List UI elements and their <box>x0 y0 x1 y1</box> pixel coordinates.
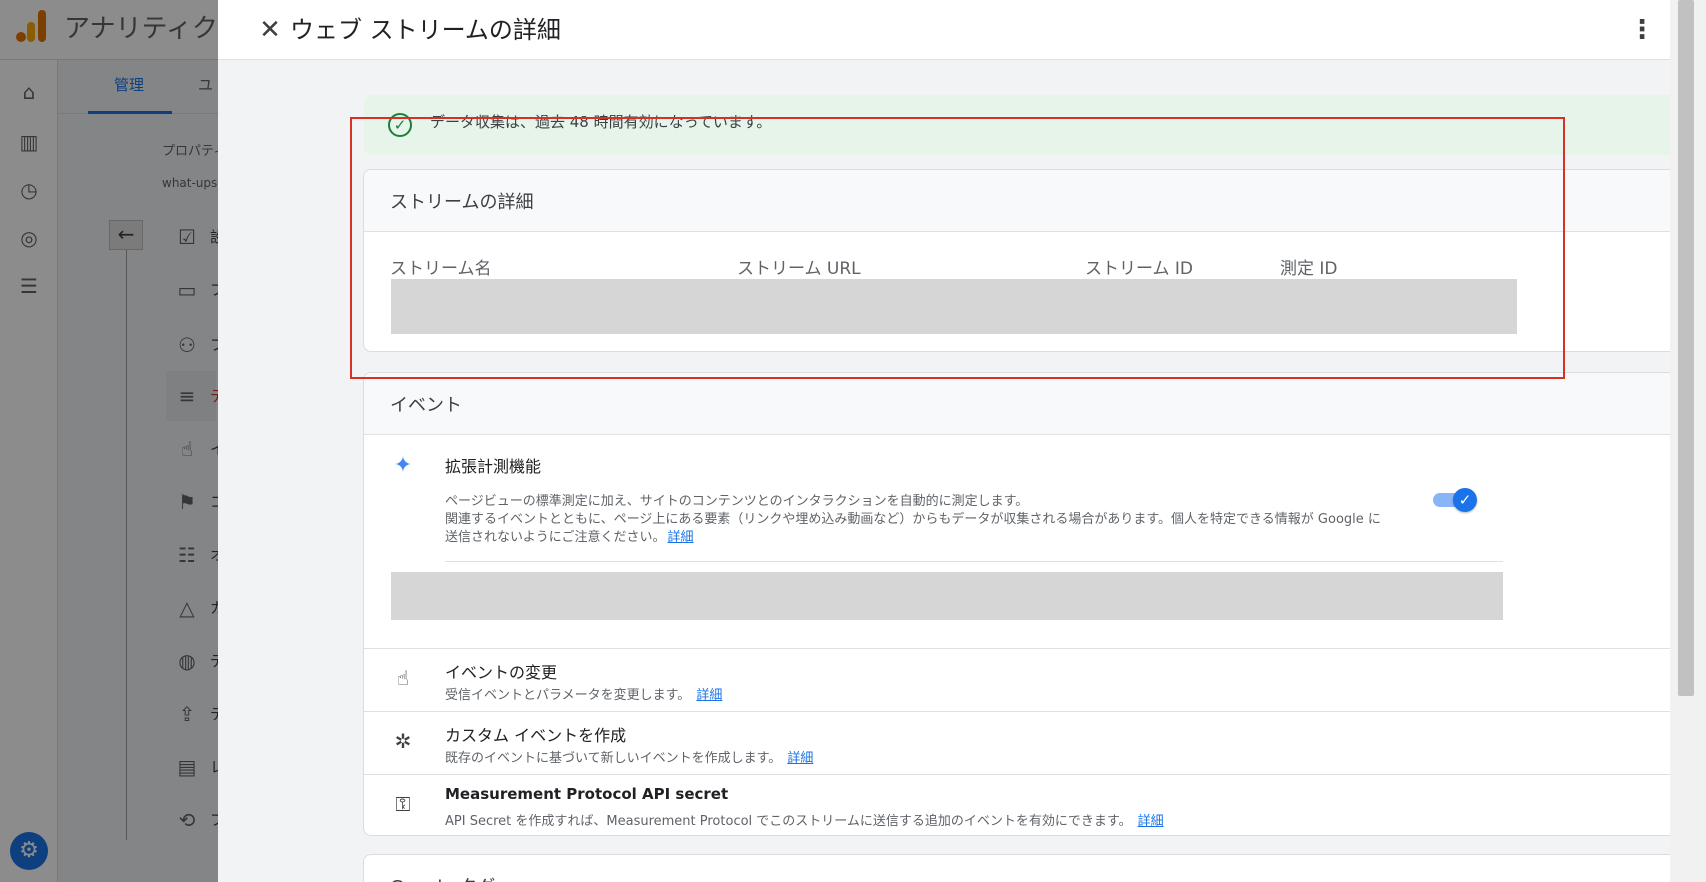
learn-more-link[interactable]: 詳細 <box>667 530 693 545</box>
touch-icon: ☝ <box>396 666 410 690</box>
scrollbar-thumb[interactable] <box>1678 0 1694 696</box>
divider <box>445 561 1503 562</box>
row-title: イベントの変更 <box>445 663 558 682</box>
enhanced-measurement-title: 拡張計測機能 <box>445 457 542 476</box>
enhanced-measurement-toggle[interactable]: ✓ <box>1433 488 1477 512</box>
events-card: イベント ✦ 拡張計測機能 ページビューの標準測定に加え、サイトのコンテンツとの… <box>363 372 1670 836</box>
events-header: イベント <box>364 373 1670 435</box>
description-line: 送信されないようにご注意ください。 詳細 <box>445 529 1381 547</box>
page-scrollbar[interactable] <box>1670 0 1706 882</box>
modify-events-row[interactable]: ☝ イベントの変更 受信イベントとパラメータを変更します。詳細 › <box>364 648 1670 711</box>
events-heading: イベント <box>390 395 462 416</box>
enhanced-measurement-description: ページビューの標準測定に加え、サイトのコンテンツとのインタラクションを自動的に測… <box>445 493 1381 547</box>
annotation-highlight-box <box>350 117 1565 379</box>
more-vert-icon[interactable]: ⋮ <box>1624 10 1660 50</box>
row-description: 受信イベントとパラメータを変更します。 詳細 <box>445 684 722 703</box>
row-description-text: 既存のイベントに基づいて新しいイベントを作成します。 <box>445 751 782 766</box>
row-description-text: API Secret を作成すれば、Measurement Protocol で… <box>445 814 1132 829</box>
description-text: 送信されないようにご注意ください。 <box>445 530 666 545</box>
description-line: ページビューの標準測定に加え、サイトのコンテンツとのインタラクションを自動的に測… <box>445 494 1029 509</box>
sparkle-icon: ✦ <box>393 453 413 478</box>
google-tag-heading: Google タグ <box>390 873 495 882</box>
row-description-text: 受信イベントとパラメータを変更します。 <box>445 688 691 703</box>
panel-header: ✕ ウェブ ストリームの詳細 ⋮ <box>218 0 1670 60</box>
key-icon: ⚿ <box>395 792 411 816</box>
close-icon[interactable]: ✕ <box>252 12 288 48</box>
learn-more-link[interactable]: 詳細 <box>1138 814 1164 829</box>
panel-title: ウェブ ストリームの詳細 <box>290 16 561 44</box>
description-line: 関連するイベントとともに、ページ上にある要素（リンクや埋め込み動画など）からもデ… <box>445 512 1381 527</box>
row-description: API Secret を作成すれば、Measurement Protocol で… <box>445 810 1164 829</box>
create-custom-event-row[interactable]: ✲ カスタム イベントを作成 既存のイベントに基づいて新しいイベントを作成します… <box>364 711 1670 774</box>
check-icon: ✓ <box>1453 488 1477 512</box>
redacted-measurement-settings <box>391 572 1503 620</box>
learn-more-link[interactable]: 詳細 <box>696 688 722 703</box>
google-tag-card: Google タグ <box>363 854 1670 882</box>
learn-more-link[interactable]: 詳細 <box>787 751 813 766</box>
click-sparkle-icon: ✲ <box>394 729 412 753</box>
row-title: カスタム イベントを作成 <box>445 726 627 745</box>
row-description: 既存のイベントに基づいて新しいイベントを作成します。 詳細 <box>445 747 813 766</box>
row-title: Measurement Protocol API secret <box>445 785 729 803</box>
measurement-protocol-row[interactable]: ⚿ Measurement Protocol API secret API Se… <box>364 774 1670 835</box>
